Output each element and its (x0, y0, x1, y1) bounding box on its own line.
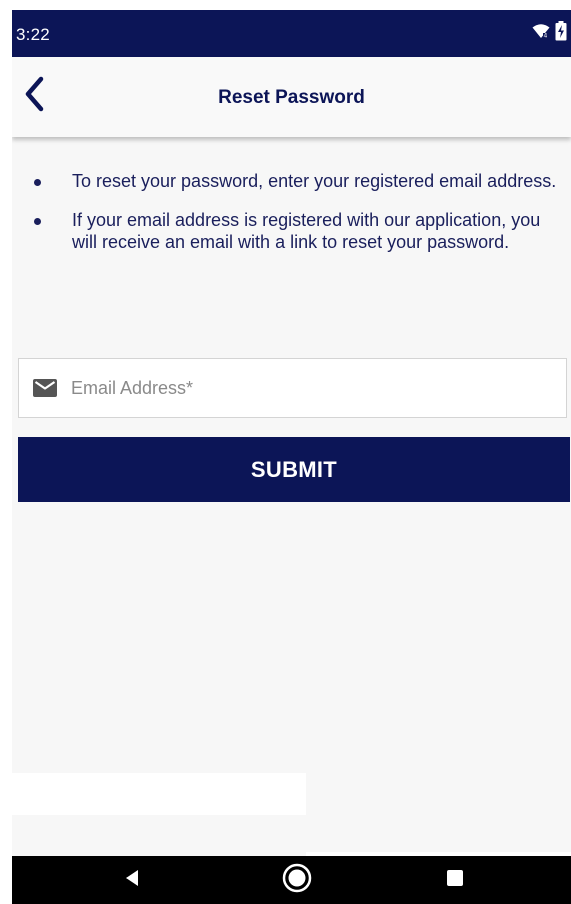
back-triangle-icon (124, 869, 140, 892)
navigation-bar (12, 856, 571, 904)
bullet-icon (34, 179, 41, 186)
instructions-list: To reset your password, enter your regis… (12, 170, 571, 270)
status-time: 3:22 (16, 25, 50, 44)
email-field[interactable] (18, 358, 567, 418)
page-title: Reset Password (218, 87, 365, 108)
bullet-icon (34, 218, 41, 225)
instruction-text: To reset your password, enter your regis… (72, 171, 557, 191)
nav-recents-button[interactable] (435, 864, 475, 896)
instruction-text: If your email address is registered with… (72, 210, 541, 252)
list-item: If your email address is registered with… (12, 209, 571, 253)
nav-back-button[interactable] (112, 864, 152, 896)
home-circle-icon (282, 863, 312, 898)
phone-screen: 3:22 4 Reset Password To reset your pass… (12, 10, 571, 904)
nav-home-button[interactable] (277, 863, 317, 898)
submit-button[interactable]: SUBMIT (18, 437, 570, 502)
white-strip (12, 773, 306, 815)
email-input[interactable] (69, 376, 543, 400)
mail-icon (33, 378, 59, 398)
status-icons: 4 (532, 20, 567, 46)
wifi-icon: 4 (532, 23, 550, 44)
recents-square-icon (446, 869, 464, 892)
svg-text:4: 4 (544, 32, 548, 39)
list-item: To reset your password, enter your regis… (12, 170, 571, 192)
status-bar: 3:22 4 (12, 10, 571, 57)
battery-charging-icon (555, 20, 567, 46)
app-bar: Reset Password (12, 57, 571, 137)
